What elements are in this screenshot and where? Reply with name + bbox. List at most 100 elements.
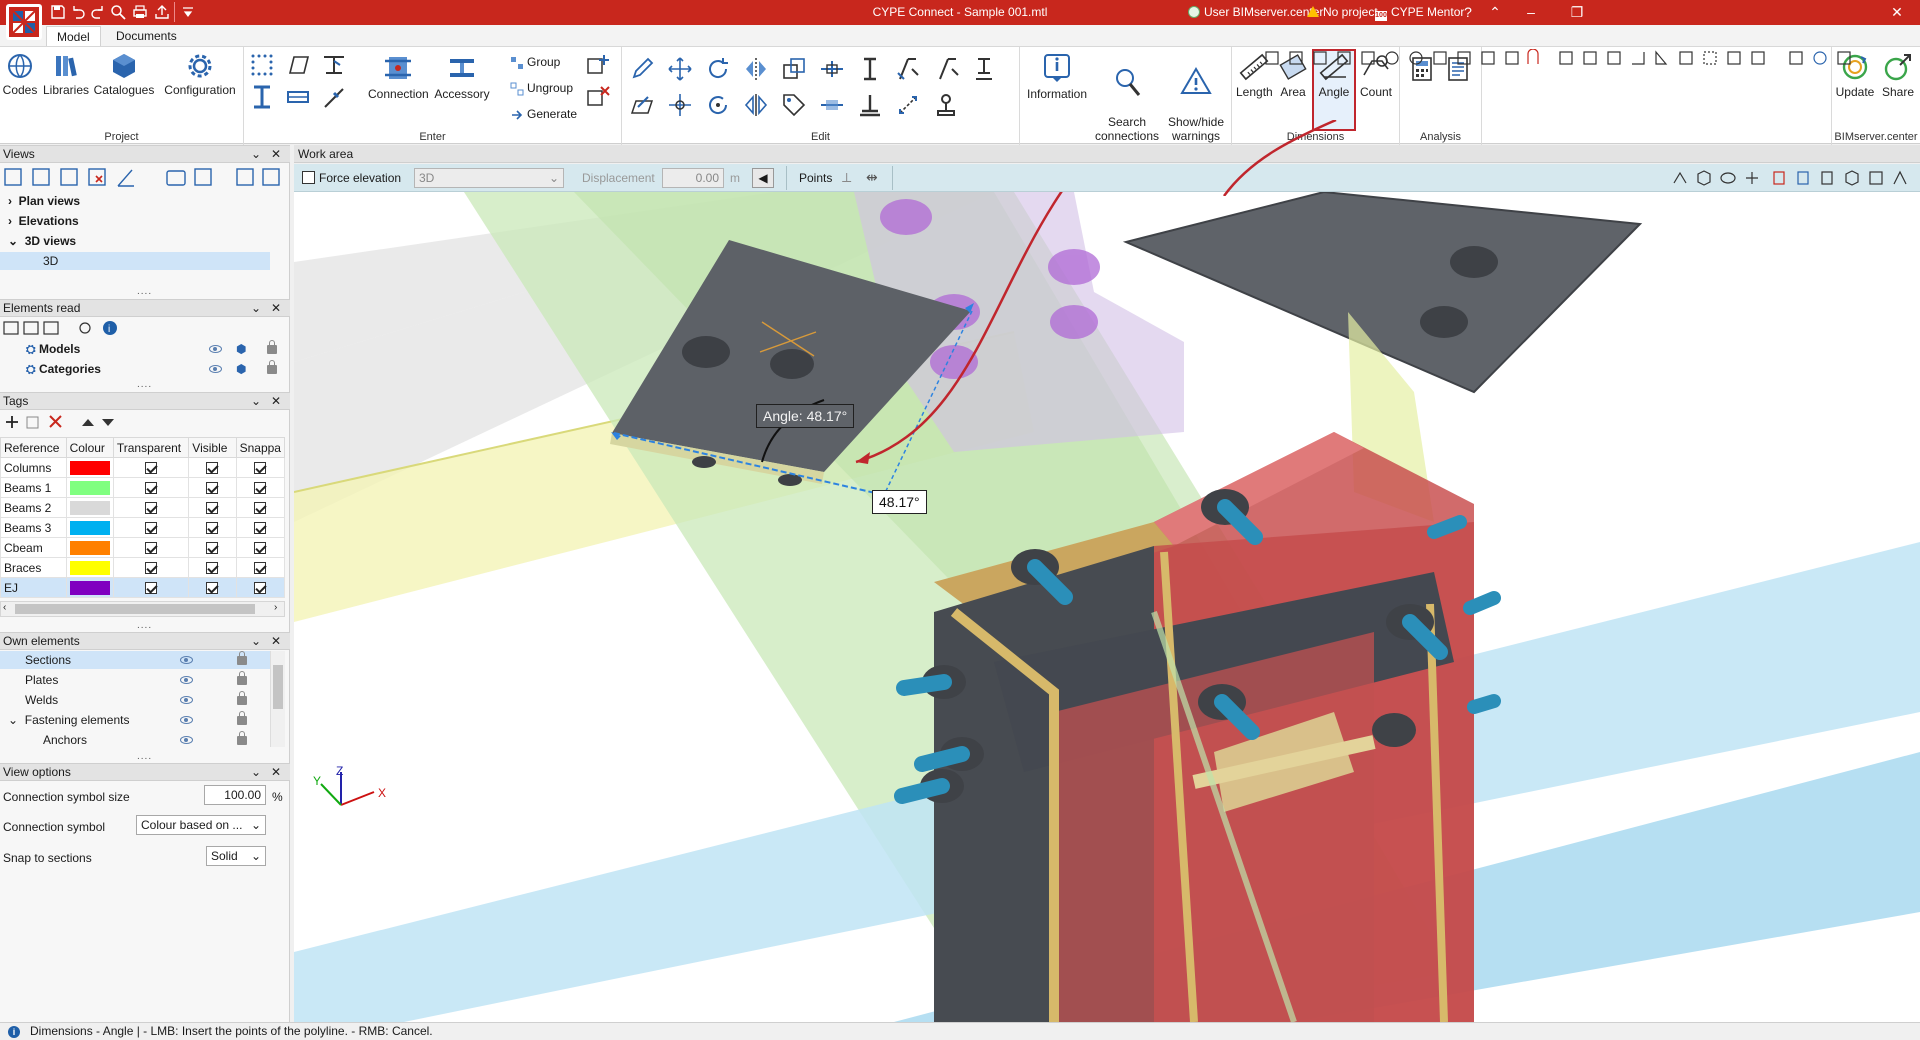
own-elements-scrollbar[interactable] <box>270 651 285 747</box>
scrollbar-thumb[interactable] <box>15 604 255 614</box>
tab-model[interactable]: Model <box>46 26 101 47</box>
information-button[interactable]: Information <box>1024 51 1090 101</box>
colour-swatch[interactable] <box>69 540 110 555</box>
tag-colour-cell[interactable] <box>65 457 114 478</box>
extend-icon[interactable] <box>894 55 922 83</box>
table-row[interactable]: Beams 3 <box>0 517 286 538</box>
tag-snappable-checkbox[interactable] <box>254 522 267 535</box>
collapse-own-elements-icon[interactable]: ⌄ <box>251 633 261 649</box>
connect-points-icon[interactable] <box>894 91 922 119</box>
tag-transparent-checkbox[interactable] <box>145 462 158 475</box>
tree-item-categories[interactable]: ⛭ Categories <box>26 360 101 378</box>
tag-colour-cell[interactable] <box>65 497 114 518</box>
close-elements-read-icon[interactable]: ✕ <box>271 300 281 316</box>
codes-button[interactable]: Codes <box>2 51 38 97</box>
tag-transparent-checkbox[interactable] <box>145 502 158 515</box>
collapse-view-options-icon[interactable]: ⌄ <box>251 764 261 780</box>
close-tags-icon[interactable]: ✕ <box>271 393 281 409</box>
tag-snappable-checkbox[interactable] <box>254 562 267 575</box>
tag-snappable-checkbox[interactable] <box>254 482 267 495</box>
column-header-visible[interactable]: Visible <box>188 437 237 458</box>
catalogues-button[interactable]: Catalogues <box>93 51 155 97</box>
scroll-left-icon[interactable]: ‹ <box>3 602 6 613</box>
tag-transparent-checkbox[interactable] <box>145 562 158 575</box>
resize-grip[interactable]: .... <box>137 751 152 762</box>
eye-icon[interactable] <box>180 736 193 744</box>
tree-item-elevations[interactable]: › Elevations <box>8 212 79 230</box>
table-row[interactable]: Beams 1 <box>0 477 286 498</box>
lock-icon[interactable] <box>237 671 247 685</box>
close-view-options-icon[interactable]: ✕ <box>271 764 281 780</box>
lock-icon[interactable] <box>267 340 277 354</box>
table-row[interactable]: Columns <box>0 457 286 478</box>
connection-symbol-select[interactable]: Colour based on ... ⌄ <box>136 815 266 835</box>
angle-dimension-label[interactable]: 48.17° <box>872 490 927 514</box>
colour-swatch[interactable] <box>69 580 110 595</box>
accessory-button[interactable]: Accessory <box>434 51 490 101</box>
rotate-icon[interactable] <box>704 55 732 83</box>
colour-swatch[interactable] <box>69 460 110 475</box>
rotate-copy-icon[interactable] <box>704 91 732 119</box>
tag-colour-cell[interactable] <box>65 477 114 498</box>
ribbon-collapse-icon[interactable]: ⌃ <box>1480 0 1510 25</box>
tree-item-3d[interactable]: 3D <box>0 252 270 270</box>
lock-icon[interactable] <box>237 651 247 665</box>
scroll-right-icon[interactable]: › <box>274 602 277 613</box>
move-copy-icon[interactable] <box>666 91 694 119</box>
cube-icon[interactable]: ⬢ <box>236 362 246 376</box>
stiffener-icon[interactable] <box>320 51 348 79</box>
column-header-colour[interactable]: Colour <box>65 437 114 458</box>
minimize-button[interactable]: – <box>1508 0 1554 25</box>
configuration-button[interactable]: Configuration <box>160 51 240 97</box>
project-status[interactable]: No project <box>1307 5 1378 19</box>
lock-icon[interactable] <box>237 691 247 705</box>
tag-visible-checkbox[interactable] <box>206 502 219 515</box>
tag-reference-cell[interactable]: Cbeam <box>0 537 67 558</box>
tree-item-models[interactable]: ⛭ Models <box>26 340 80 358</box>
add-element-icon[interactable] <box>584 51 612 79</box>
tag-transparent-checkbox[interactable] <box>145 522 158 535</box>
show-hide-warnings-button[interactable]: Show/hide warnings <box>1162 51 1230 143</box>
align-icon[interactable] <box>856 55 884 83</box>
split-icon[interactable] <box>818 55 846 83</box>
tree-item-fastening-elements[interactable]: ⌄ Fastening elements <box>8 711 129 729</box>
tree-item-anchors[interactable]: Anchors <box>43 731 87 749</box>
libraries-button[interactable]: Libraries <box>42 51 90 97</box>
column-header-reference[interactable]: Reference <box>0 437 67 458</box>
app-logo[interactable] <box>6 4 42 40</box>
tree-item-welds[interactable]: Welds <box>25 691 58 709</box>
copy-icon[interactable] <box>780 55 808 83</box>
section-align-icon[interactable] <box>970 55 998 83</box>
search-connections-button[interactable]: Search connections <box>1094 51 1160 143</box>
eye-icon[interactable] <box>180 696 193 704</box>
eye-icon[interactable] <box>209 345 222 353</box>
close-views-icon[interactable]: ✕ <box>271 146 281 162</box>
points-snap-icon[interactable]: ⟂ <box>842 169 860 187</box>
table-row[interactable]: EJ <box>0 577 286 598</box>
grid-points-icon[interactable] <box>248 51 276 79</box>
tag-snappable-checkbox[interactable] <box>254 502 267 515</box>
tag-colour-cell[interactable] <box>65 577 114 598</box>
tags-horizontal-scrollbar[interactable]: ‹ › <box>0 601 285 617</box>
tag-visible-checkbox[interactable] <box>206 542 219 555</box>
tree-item-plan-views[interactable]: › Plan views <box>8 192 80 210</box>
trim-icon[interactable] <box>932 55 960 83</box>
edit-pencil-icon[interactable] <box>628 55 656 83</box>
tag-snappable-checkbox[interactable] <box>254 542 267 555</box>
tag-reference-cell[interactable]: EJ <box>0 577 67 598</box>
tree-item-plates[interactable]: Plates <box>25 671 58 689</box>
ungroup-button[interactable]: Ungroup <box>510 81 573 96</box>
tag-colour-cell[interactable] <box>65 537 114 558</box>
connection-symbol-size-input[interactable]: 100.00 <box>204 785 266 805</box>
user-account[interactable]: User BIMserver.center <box>1188 5 1323 19</box>
close-own-elements-icon[interactable]: ✕ <box>271 633 281 649</box>
collapse-views-icon[interactable]: ⌄ <box>251 146 261 162</box>
tag-colour-cell[interactable] <box>65 517 114 538</box>
scrollbar-thumb[interactable] <box>273 665 283 709</box>
mirror-icon[interactable] <box>742 55 770 83</box>
column-section-icon[interactable] <box>248 83 276 111</box>
resize-grip[interactable]: .... <box>137 379 152 390</box>
close-button[interactable]: ✕ <box>1874 0 1920 25</box>
move-icon[interactable] <box>666 55 694 83</box>
colour-swatch[interactable] <box>69 480 110 495</box>
